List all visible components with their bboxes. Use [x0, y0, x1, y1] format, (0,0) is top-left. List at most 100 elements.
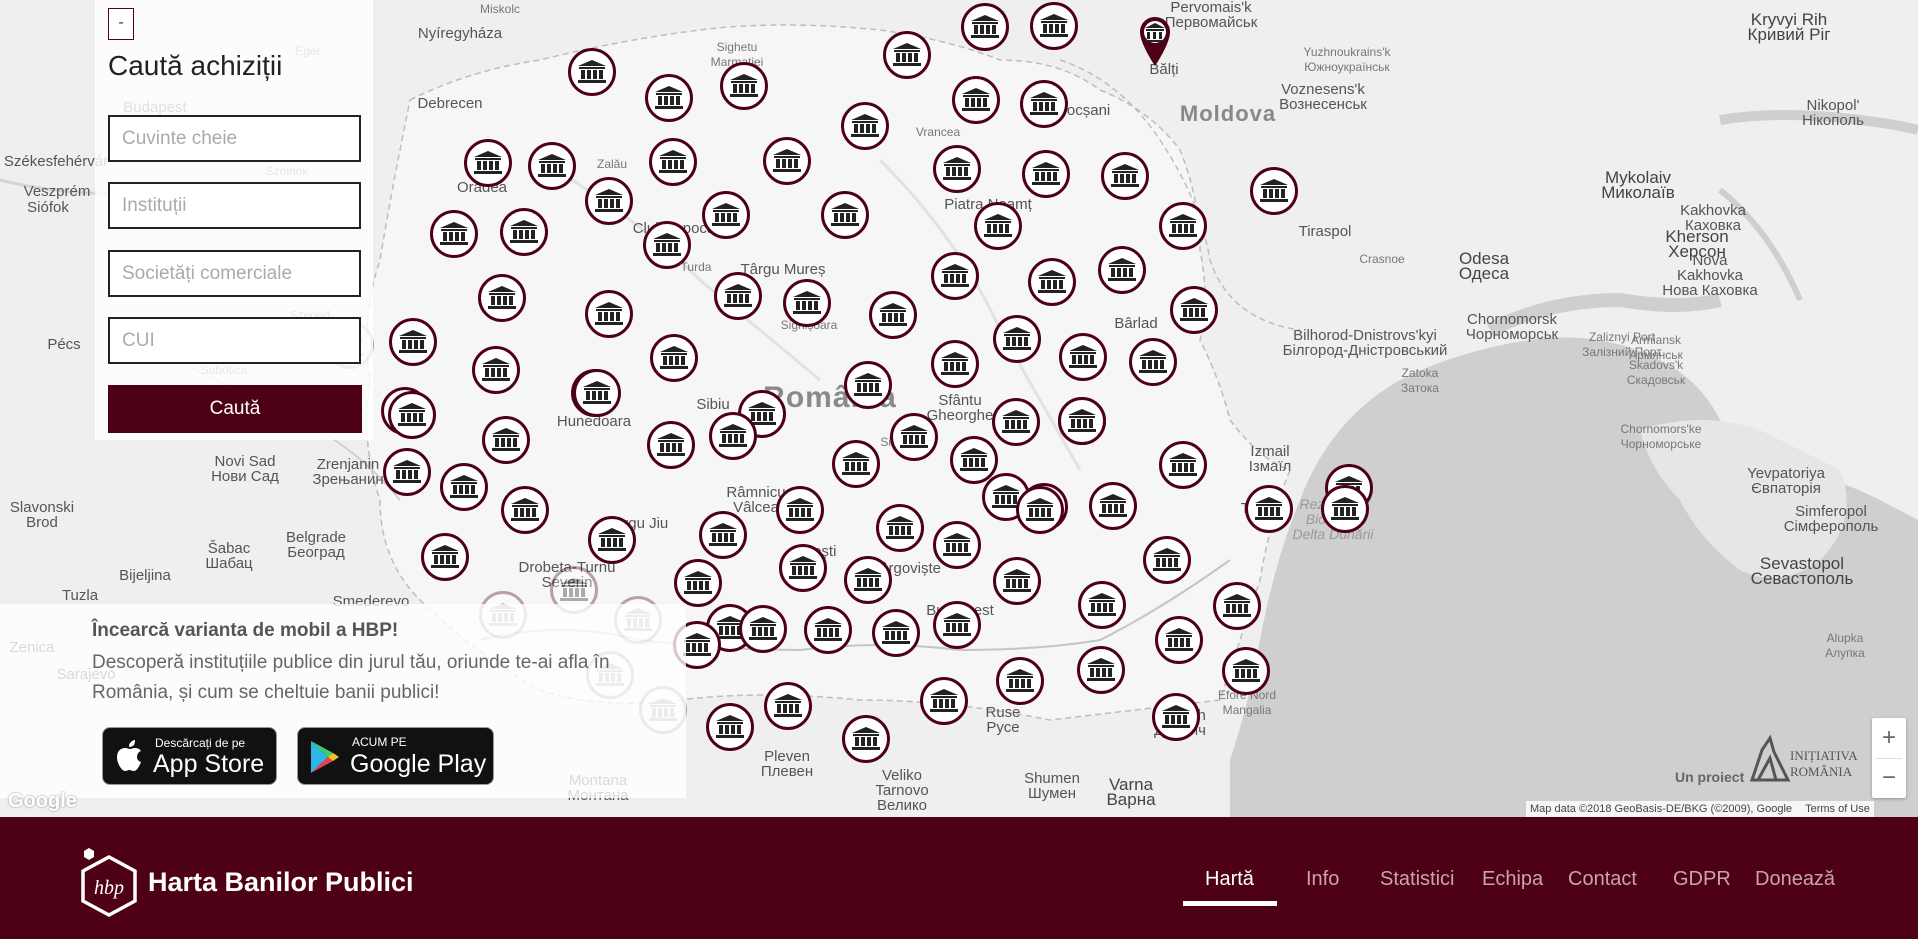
institution-marker[interactable]: [931, 252, 979, 300]
institution-marker[interactable]: [1213, 582, 1261, 630]
institution-marker[interactable]: [739, 605, 787, 653]
institution-marker[interactable]: [779, 544, 827, 592]
institution-marker[interactable]: [1159, 202, 1207, 250]
institution-marker[interactable]: [933, 145, 981, 193]
institution-marker[interactable]: [842, 715, 890, 763]
institution-marker[interactable]: [993, 557, 1041, 605]
institution-marker[interactable]: [821, 191, 869, 239]
institution-marker[interactable]: [844, 361, 892, 409]
brand-name[interactable]: Harta Banilor Publici: [148, 867, 414, 898]
institution-marker[interactable]: [430, 210, 478, 258]
institution-marker[interactable]: [585, 177, 633, 225]
institution-marker[interactable]: [500, 208, 548, 256]
institution-marker[interactable]: [421, 533, 469, 581]
institution-marker[interactable]: [872, 609, 920, 657]
nav-echipa[interactable]: Echipa: [1482, 868, 1543, 891]
institution-marker[interactable]: [1028, 258, 1076, 306]
institution-marker[interactable]: [388, 391, 436, 439]
institution-marker[interactable]: [1058, 397, 1106, 445]
institution-marker[interactable]: [993, 315, 1041, 363]
institution-marker[interactable]: [389, 318, 437, 366]
collapse-panel-button[interactable]: -: [108, 8, 134, 40]
institution-marker[interactable]: [702, 191, 750, 239]
companies-input[interactable]: [108, 250, 361, 297]
institution-marker[interactable]: [783, 279, 831, 327]
institution-marker[interactable]: [961, 3, 1009, 51]
institution-marker[interactable]: [1030, 2, 1078, 50]
institution-marker[interactable]: [1078, 581, 1126, 629]
institution-marker[interactable]: [674, 559, 722, 607]
institution-marker[interactable]: [764, 682, 812, 730]
terms-link[interactable]: Terms of Use: [1805, 803, 1870, 815]
institution-marker[interactable]: [643, 221, 691, 269]
google-play-button[interactable]: ACUM PE Google Play: [297, 727, 494, 785]
hbp-logo-icon[interactable]: hbp: [78, 843, 140, 917]
institution-marker[interactable]: [482, 416, 530, 464]
nav-info[interactable]: Info: [1306, 868, 1339, 891]
cui-input[interactable]: [108, 317, 361, 364]
institution-marker[interactable]: [714, 272, 762, 320]
institution-marker[interactable]: [883, 31, 931, 79]
initiativa-romania-logo[interactable]: INIȚIATIVA ROMÂNIA: [1748, 730, 1857, 787]
nav-statistici[interactable]: Statistici: [1380, 868, 1454, 891]
institution-marker[interactable]: [931, 340, 979, 388]
nav-harta[interactable]: Hartă: [1205, 868, 1254, 891]
institution-marker[interactable]: [933, 521, 981, 569]
institution-marker[interactable]: [869, 291, 917, 339]
institution-marker[interactable]: [383, 448, 431, 496]
institution-marker[interactable]: [1077, 646, 1125, 694]
search-button[interactable]: Caută: [108, 385, 362, 433]
institution-marker[interactable]: [528, 142, 576, 190]
institution-marker[interactable]: [706, 703, 754, 751]
institution-marker[interactable]: [1222, 647, 1270, 695]
institution-marker[interactable]: [1245, 485, 1293, 533]
institution-marker[interactable]: [996, 657, 1044, 705]
institution-marker[interactable]: [952, 76, 1000, 124]
institution-marker[interactable]: [1022, 150, 1070, 198]
institution-marker[interactable]: [649, 138, 697, 186]
institution-marker[interactable]: [501, 486, 549, 534]
institution-marker[interactable]: [1098, 246, 1146, 294]
institution-marker[interactable]: [650, 334, 698, 382]
institutions-input[interactable]: [108, 182, 361, 229]
institution-marker[interactable]: [763, 137, 811, 185]
institution-marker[interactable]: [1152, 693, 1200, 741]
institution-marker[interactable]: [478, 274, 526, 322]
institution-marker[interactable]: [876, 504, 924, 552]
institution-marker[interactable]: [1321, 485, 1369, 533]
institution-marker[interactable]: [844, 556, 892, 604]
institution-marker[interactable]: [841, 102, 889, 150]
institution-marker[interactable]: [1016, 486, 1064, 534]
institution-marker[interactable]: [776, 486, 824, 534]
institution-marker[interactable]: [1170, 286, 1218, 334]
institution-marker[interactable]: [645, 74, 693, 122]
location-pin-icon[interactable]: [1139, 16, 1171, 68]
institution-marker[interactable]: [1250, 167, 1298, 215]
institution-marker[interactable]: [699, 511, 747, 559]
institution-marker[interactable]: [992, 398, 1040, 446]
institution-marker[interactable]: [647, 421, 695, 469]
institution-marker[interactable]: [804, 606, 852, 654]
institution-marker[interactable]: [472, 346, 520, 394]
nav-doneaza[interactable]: Donează: [1755, 868, 1835, 891]
institution-marker[interactable]: [1089, 482, 1137, 530]
institution-marker[interactable]: [933, 601, 981, 649]
keywords-input[interactable]: [108, 115, 361, 162]
institution-marker[interactable]: [440, 463, 488, 511]
institution-marker[interactable]: [588, 516, 636, 564]
app-store-button[interactable]: Descărcați de pe App Store: [102, 727, 277, 785]
institution-marker[interactable]: [709, 412, 757, 460]
institution-marker[interactable]: [1143, 536, 1191, 584]
institution-marker[interactable]: [1059, 333, 1107, 381]
institution-marker[interactable]: [720, 62, 768, 110]
institution-marker[interactable]: [890, 413, 938, 461]
institution-marker[interactable]: [920, 677, 968, 725]
institution-marker[interactable]: [464, 139, 512, 187]
nav-gdpr[interactable]: GDPR: [1673, 868, 1731, 891]
institution-marker[interactable]: [1020, 80, 1068, 128]
institution-marker[interactable]: [1159, 441, 1207, 489]
institution-marker[interactable]: [974, 202, 1022, 250]
institution-marker[interactable]: [1101, 152, 1149, 200]
institution-marker[interactable]: [832, 440, 880, 488]
institution-marker[interactable]: [585, 290, 633, 338]
